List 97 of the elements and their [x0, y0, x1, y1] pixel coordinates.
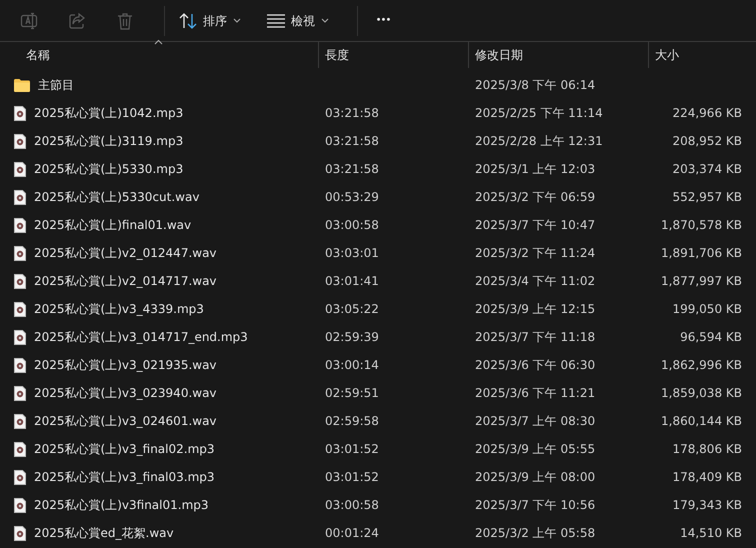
audio-file-icon [14, 302, 26, 316]
date-cell: 2025/2/25 下午 11:14 [475, 106, 603, 120]
size-cell: 178,806 KB [672, 442, 742, 456]
size-cell: 1,877,997 KB [661, 274, 742, 288]
length-cell: 00:53:29 [325, 190, 379, 204]
date-cell: 2025/3/8 下午 06:14 [475, 78, 596, 92]
file-name[interactable]: 2025私心賞(上)3119.mp3 [34, 132, 184, 150]
column-header[interactable]: 大小 [655, 46, 679, 64]
size-cell: 208,952 KB [672, 134, 742, 148]
length-cell: 03:21:58 [325, 106, 379, 120]
audio-file-icon [14, 246, 26, 260]
date-cell: 2025/3/7 下午 11:18 [475, 330, 596, 344]
length-cell: 03:01:52 [325, 442, 379, 456]
size-cell: 178,409 KB [672, 470, 742, 484]
audio-file-icon [14, 330, 26, 344]
audio-file-icon [14, 218, 26, 232]
date-cell: 2025/3/6 下午 06:30 [475, 358, 596, 372]
length-cell: 02:59:51 [325, 386, 379, 400]
folder-icon [14, 78, 30, 92]
file-name[interactable]: 2025私心賞(上)v3_014717_end.mp3 [34, 328, 248, 346]
file-name[interactable]: 2025私心賞(上)5330cut.wav [34, 188, 200, 206]
file-name[interactable]: 2025私心賞(上)v3final01.mp3 [34, 496, 209, 514]
file-name[interactable]: 2025私心賞(上)v3_final02.mp3 [34, 440, 215, 458]
size-cell: 14,510 KB [680, 526, 742, 540]
size-cell: 1,860,144 KB [661, 414, 742, 428]
length-cell: 03:03:01 [325, 246, 379, 260]
size-cell: 179,343 KB [672, 498, 742, 512]
date-cell: 2025/3/9 上午 08:00 [475, 470, 596, 484]
date-cell: 2025/3/2 下午 06:59 [475, 190, 596, 204]
length-cell: 03:00:58 [325, 498, 379, 512]
column-header[interactable]: 長度 [325, 46, 349, 64]
date-cell: 2025/2/28 上午 12:31 [475, 134, 603, 148]
date-cell: 2025/3/7 下午 10:56 [475, 498, 596, 512]
date-cell: 2025/3/9 上午 12:15 [475, 302, 596, 316]
audio-file-icon [14, 134, 26, 148]
size-cell: 552,957 KB [672, 190, 742, 204]
size-cell: 96,594 KB [680, 330, 742, 344]
length-cell: 00:01:24 [325, 526, 379, 540]
sort-button[interactable]: 排序 [173, 4, 247, 36]
length-cell: 03:01:52 [325, 470, 379, 484]
length-cell: 03:05:22 [325, 302, 379, 316]
date-cell: 2025/3/9 上午 05:55 [475, 442, 596, 456]
size-cell: 224,966 KB [672, 106, 742, 120]
chevron-icon [321, 18, 329, 23]
file-name[interactable]: 2025私心賞(上)v3_4339.mp3 [34, 300, 204, 318]
length-cell: 03:01:41 [325, 274, 379, 288]
file-name[interactable]: 2025私心賞(上)1042.mp3 [34, 104, 184, 122]
length-cell: 03:21:58 [325, 162, 379, 176]
audio-file-icon [14, 470, 26, 484]
chevron-icon [233, 18, 241, 23]
length-cell: 02:59:39 [325, 330, 379, 344]
length-cell: 03:21:58 [325, 134, 379, 148]
audio-file-icon [14, 386, 26, 400]
file-name[interactable]: 2025私心賞(上)v3_024601.wav [34, 412, 217, 430]
more-button[interactable]: ••• [366, 4, 400, 36]
file-name[interactable]: 2025私心賞(上)v3_023940.wav [34, 384, 217, 402]
column-header[interactable]: 修改日期 [475, 46, 523, 64]
size-cell: 1,859,038 KB [661, 386, 742, 400]
column-header[interactable]: 名稱 [26, 46, 50, 64]
file-name[interactable]: 2025私心賞(上)v3_final03.mp3 [34, 468, 215, 486]
list-view-icon [267, 14, 285, 28]
date-cell: 2025/3/7 上午 08:30 [475, 414, 596, 428]
rename-icon [20, 12, 38, 30]
audio-file-icon [14, 526, 26, 540]
date-cell: 2025/3/6 下午 11:21 [475, 386, 596, 400]
size-cell: 203,374 KB [672, 162, 742, 176]
length-cell: 03:00:58 [325, 218, 379, 232]
size-cell: 1,870,578 KB [661, 218, 742, 232]
date-cell: 2025/3/2 上午 05:58 [475, 526, 596, 540]
file-name[interactable]: 2025私心賞(上)v2_012447.wav [34, 244, 217, 262]
delete-icon [117, 12, 133, 30]
size-cell: 199,050 KB [672, 302, 742, 316]
audio-file-icon [14, 106, 26, 120]
share-icon [68, 12, 86, 30]
date-cell: 2025/3/1 上午 12:03 [475, 162, 596, 176]
audio-file-icon [14, 274, 26, 288]
audio-file-icon [14, 162, 26, 176]
date-cell: 2025/3/7 下午 10:47 [475, 218, 596, 232]
size-cell: 1,862,996 KB [661, 358, 742, 372]
audio-file-icon [14, 358, 26, 372]
sort-icon [179, 12, 197, 28]
audio-file-icon [14, 190, 26, 204]
audio-file-icon [14, 414, 26, 428]
date-cell: 2025/3/4 下午 11:02 [475, 274, 596, 288]
file-name[interactable]: 2025私心賞(上)final01.wav [34, 216, 192, 234]
audio-file-icon [14, 498, 26, 512]
file-name[interactable]: 2025私心賞(上)v3_021935.wav [34, 356, 217, 374]
size-cell: 1,891,706 KB [661, 246, 742, 260]
file-name[interactable]: 2025私心賞(上)v2_014717.wav [34, 272, 217, 290]
date-cell: 2025/3/2 下午 11:24 [475, 246, 596, 260]
length-cell: 02:59:58 [325, 414, 379, 428]
audio-file-icon [14, 442, 26, 456]
length-cell: 03:00:14 [325, 358, 379, 372]
folder-name[interactable]: 主節目 [38, 76, 74, 94]
view-button[interactable]: 檢視 [261, 4, 335, 36]
file-name[interactable]: 2025私心賞(上)5330.mp3 [34, 160, 184, 178]
file-name[interactable]: 2025私心賞ed_花絮.wav [34, 524, 174, 542]
